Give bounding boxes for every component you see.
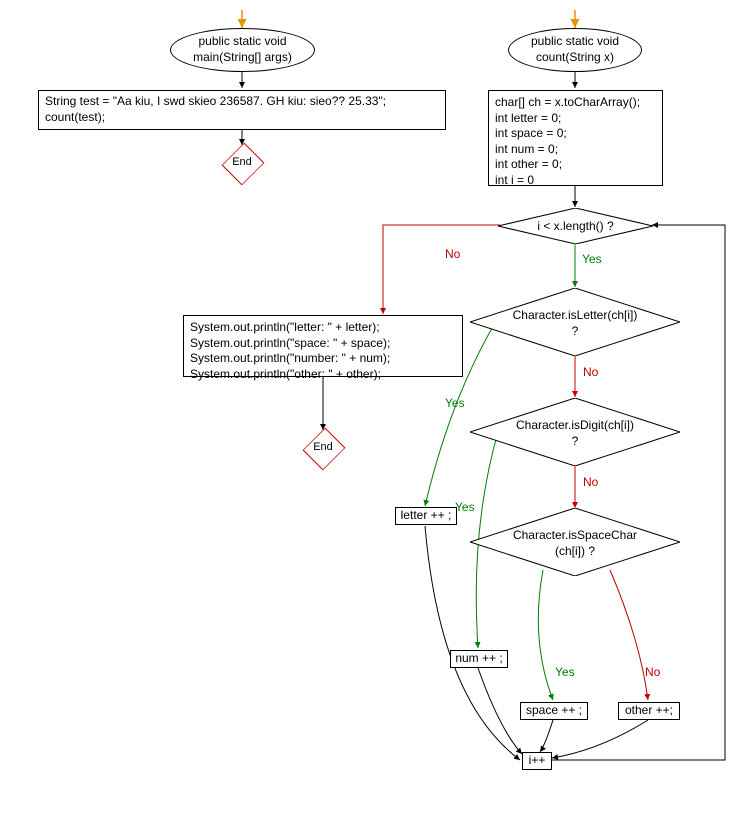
loop-condition-label: i < x.length() ? [498, 219, 653, 235]
edge-label-isdigit-no: No [583, 475, 598, 489]
isdigit-label: Character.isDigit(ch[i]) ? [470, 418, 680, 449]
stmt-num-text: num ++ ; [455, 651, 502, 667]
main-end-label: End [224, 156, 260, 168]
isletter-diamond: Character.isLetter(ch[i]) ? [470, 288, 680, 356]
isdigit-diamond: Character.isDigit(ch[i]) ? [470, 398, 680, 466]
edge-label-isletter-no: No [583, 365, 598, 379]
main-function-ellipse: public static void main(String[] args) [170, 28, 315, 72]
stmt-num-incr: num ++ ; [450, 650, 508, 668]
count-end-label: End [305, 441, 341, 453]
edge-label-loop-yes: Yes [582, 252, 602, 266]
main-function-label: public static void main(String[] args) [193, 34, 292, 65]
stmt-space-text: space ++ ; [526, 703, 582, 719]
edge-label-loop-no: No [445, 247, 460, 261]
edge-label-isspace-no: No [645, 665, 660, 679]
isspace-diamond: Character.isSpaceChar (ch[i]) ? [470, 508, 680, 576]
print-block-text: System.out.println("letter: " + letter);… [190, 320, 390, 382]
stmt-other-text: other ++; [625, 703, 673, 719]
stmt-other-incr: other ++; [618, 702, 680, 720]
count-end-terminator: End [305, 433, 341, 463]
count-function-label: public static void count(String x) [531, 34, 619, 65]
count-init-text: char[] ch = x.toCharArray(); int letter … [495, 95, 640, 189]
main-statement-text: String test = "Aa kiu, I swd skieo 23658… [45, 94, 386, 125]
edge-label-isletter-yes: Yes [445, 396, 465, 410]
isspace-label: Character.isSpaceChar (ch[i]) ? [470, 528, 680, 559]
count-function-ellipse: public static void count(String x) [508, 28, 642, 72]
isletter-label: Character.isLetter(ch[i]) ? [470, 308, 680, 339]
main-statement-block: String test = "Aa kiu, I swd skieo 23658… [38, 90, 446, 130]
stmt-letter-text: letter ++ ; [401, 508, 452, 524]
loop-condition-diamond: i < x.length() ? [498, 208, 653, 244]
stmt-i-incr: i++ [522, 752, 552, 770]
print-block: System.out.println("letter: " + letter);… [183, 315, 463, 377]
stmt-letter-incr: letter ++ ; [395, 507, 457, 525]
edge-label-isdigit-yes: Yes [455, 500, 475, 514]
stmt-space-incr: space ++ ; [520, 702, 588, 720]
main-end-terminator: End [224, 148, 260, 178]
count-init-block: char[] ch = x.toCharArray(); int letter … [488, 90, 663, 186]
edge-label-isspace-yes: Yes [555, 665, 575, 679]
stmt-i-text: i++ [529, 753, 546, 769]
